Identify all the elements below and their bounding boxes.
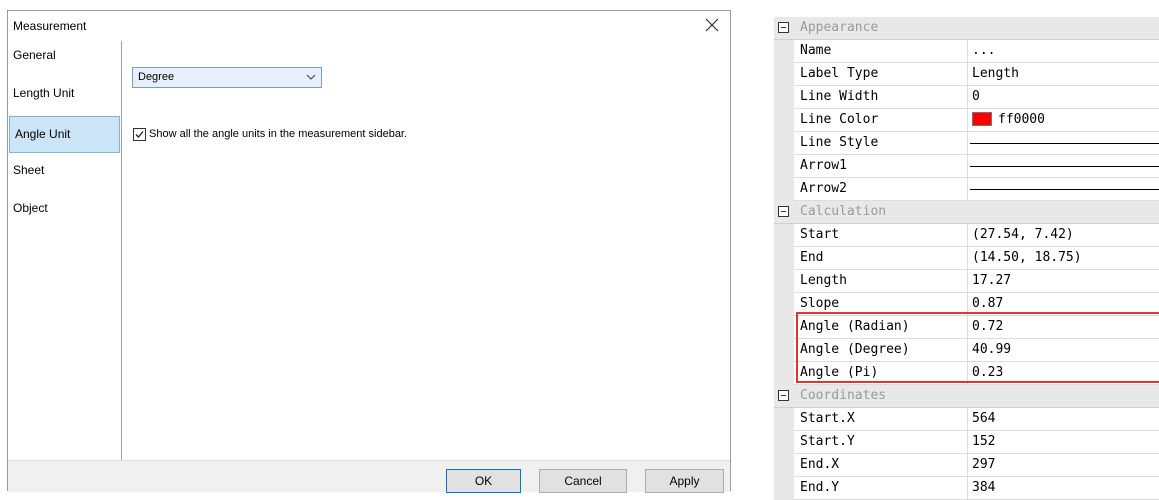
- property-row[interactable]: Arrow2: [774, 178, 1159, 201]
- line-style-value[interactable]: [968, 132, 1159, 154]
- category-coordinates[interactable]: Coordinates: [774, 385, 1159, 408]
- dialog-title: Measurement: [13, 19, 87, 33]
- property-name: Arrow2: [794, 178, 968, 200]
- property-value[interactable]: 152: [968, 431, 1159, 453]
- line-sample: [970, 166, 1159, 167]
- nav-label: Sheet: [13, 163, 45, 177]
- nav-sheet[interactable]: Sheet: [8, 156, 121, 190]
- property-row[interactable]: Arrow1: [774, 155, 1159, 178]
- property-name: Start.Y: [794, 431, 968, 453]
- property-value[interactable]: 564: [968, 408, 1159, 430]
- property-name: Name: [794, 40, 968, 62]
- category-label: Coordinates: [800, 388, 887, 403]
- property-value[interactable]: 0: [968, 86, 1159, 108]
- property-name: Line Style: [794, 132, 968, 154]
- nav-length-unit[interactable]: Length Unit: [8, 79, 121, 113]
- nav-label: General: [13, 48, 56, 62]
- property-row[interactable]: Name ...: [774, 40, 1159, 63]
- color-swatch[interactable]: [972, 112, 992, 126]
- property-value[interactable]: 0.87: [968, 293, 1159, 315]
- property-value[interactable]: (14.50, 18.75): [968, 247, 1159, 269]
- property-row[interactable]: End.Y 384: [774, 477, 1159, 500]
- property-value[interactable]: 0.23: [968, 362, 1159, 384]
- collapse-icon[interactable]: [778, 206, 789, 217]
- property-value[interactable]: 297: [968, 454, 1159, 476]
- property-row[interactable]: End (14.50, 18.75): [774, 247, 1159, 270]
- ok-button[interactable]: OK: [446, 469, 521, 493]
- property-value[interactable]: ff0000: [968, 109, 1159, 131]
- property-name: Angle (Radian): [794, 316, 968, 338]
- category-label: Calculation: [800, 204, 887, 219]
- property-name: Start.X: [794, 408, 968, 430]
- collapse-icon[interactable]: [778, 390, 789, 401]
- property-name: Length: [794, 270, 968, 292]
- angle-unit-panel: Degree Show all the angle units in the m…: [122, 41, 730, 460]
- property-name: Angle (Pi): [794, 362, 968, 384]
- property-row[interactable]: Start.Y 152: [774, 431, 1159, 454]
- property-name: End: [794, 247, 968, 269]
- angle-unit-value: Degree: [138, 71, 175, 83]
- nav-label: Length Unit: [13, 86, 75, 100]
- line-sample: [970, 143, 1159, 144]
- property-row[interactable]: Label Type Length: [774, 63, 1159, 86]
- property-row[interactable]: Angle (Degree) 40.99: [774, 339, 1159, 362]
- nav-label: Object: [13, 201, 48, 215]
- chevron-down-icon: [306, 74, 316, 80]
- nav-label: Angle Unit: [15, 127, 71, 141]
- show-all-checkbox-label: Show all the angle units in the measurem…: [149, 128, 408, 140]
- property-value[interactable]: ...: [968, 40, 1159, 62]
- arrow1-value[interactable]: [968, 155, 1159, 177]
- nav-angle-unit[interactable]: Angle Unit: [9, 116, 120, 153]
- property-value[interactable]: (27.54, 7.42): [968, 224, 1159, 246]
- property-row[interactable]: Line Color ff0000: [774, 109, 1159, 132]
- property-value[interactable]: Length: [968, 63, 1159, 85]
- nav-general[interactable]: General: [8, 41, 121, 75]
- property-name: Label Type: [794, 63, 968, 85]
- category-appearance[interactable]: Appearance: [774, 17, 1159, 40]
- property-name: Start: [794, 224, 968, 246]
- property-row[interactable]: Line Style: [774, 132, 1159, 155]
- property-row[interactable]: Slope 0.87: [774, 293, 1159, 316]
- property-row[interactable]: End.X 297: [774, 454, 1159, 477]
- property-row[interactable]: Angle (Pi) 0.23: [774, 362, 1159, 385]
- measurement-dialog: Measurement General Length Unit Angle Un…: [7, 10, 731, 493]
- property-row[interactable]: Line Width 0: [774, 86, 1159, 109]
- collapse-icon[interactable]: [778, 22, 789, 33]
- close-icon[interactable]: [702, 15, 722, 35]
- dialog-footer: OK Cancel Apply: [8, 460, 730, 493]
- property-value[interactable]: 0.72: [968, 316, 1159, 338]
- property-name: Arrow1: [794, 155, 968, 177]
- nav-object[interactable]: Object: [8, 194, 121, 228]
- property-row[interactable]: Start.X 564: [774, 408, 1159, 431]
- property-name: Angle (Degree): [794, 339, 968, 361]
- category-calculation[interactable]: Calculation: [774, 201, 1159, 224]
- property-name: Line Width: [794, 86, 968, 108]
- property-row[interactable]: Length 17.27: [774, 270, 1159, 293]
- property-name: End.X: [794, 454, 968, 476]
- property-value[interactable]: 384: [968, 477, 1159, 499]
- category-label: Appearance: [800, 20, 879, 35]
- property-name: Slope: [794, 293, 968, 315]
- property-row[interactable]: Start (27.54, 7.42): [774, 224, 1159, 247]
- line-sample: [970, 189, 1159, 190]
- property-value[interactable]: 40.99: [968, 339, 1159, 361]
- property-name: End.Y: [794, 477, 968, 499]
- show-all-checkbox[interactable]: [133, 128, 146, 141]
- settings-sidebar: General Length Unit Angle Unit Sheet Obj…: [8, 41, 122, 460]
- apply-button[interactable]: Apply: [645, 469, 724, 493]
- arrow2-value[interactable]: [968, 178, 1159, 200]
- property-row[interactable]: Angle (Radian) 0.72: [774, 316, 1159, 339]
- property-grid: Appearance Name ... Label Type Length Li…: [774, 17, 1159, 500]
- cancel-button[interactable]: Cancel: [539, 469, 627, 493]
- property-name: Line Color: [794, 109, 968, 131]
- angle-unit-select[interactable]: Degree: [132, 67, 322, 88]
- dialog-titlebar: Measurement: [8, 11, 730, 41]
- property-value[interactable]: 17.27: [968, 270, 1159, 292]
- checkmark-icon: [135, 131, 144, 138]
